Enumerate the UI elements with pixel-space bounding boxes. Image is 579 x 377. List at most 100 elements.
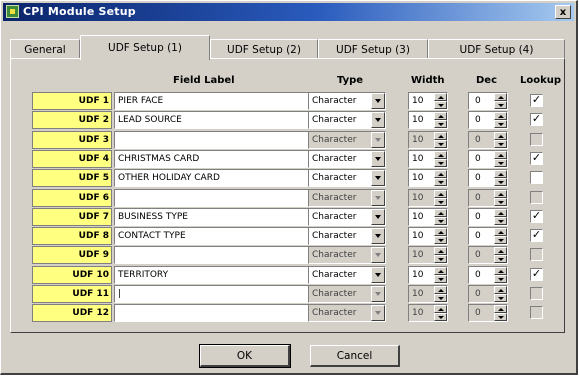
width-stepper[interactable]: 10 [408, 207, 448, 226]
width-stepper[interactable]: 10 [408, 304, 448, 323]
chevron-down-icon[interactable] [371, 93, 385, 109]
chevron-down-icon[interactable] [371, 150, 385, 167]
spin-up-icon[interactable] [494, 208, 507, 217]
chevron-down-icon[interactable] [371, 266, 385, 283]
spin-up-icon[interactable] [434, 305, 447, 314]
width-stepper[interactable]: 10 [408, 188, 448, 207]
width-stepper[interactable]: 10 [408, 265, 448, 284]
dec-stepper[interactable]: 0 [468, 207, 508, 226]
spin-up-icon[interactable] [494, 247, 507, 256]
spin-down-icon[interactable] [434, 120, 447, 129]
lookup-checkbox[interactable]: ✓ [530, 209, 543, 223]
lookup-checkbox[interactable] [530, 171, 543, 185]
tab-general[interactable]: General [10, 39, 80, 59]
spin-up-icon[interactable] [434, 247, 447, 256]
width-stepper[interactable]: 10 [408, 169, 448, 188]
spin-down-icon[interactable] [494, 274, 507, 283]
spin-down-icon[interactable] [494, 255, 507, 264]
spin-up-icon[interactable] [494, 150, 507, 159]
lookup-checkbox[interactable]: ✓ [530, 94, 543, 107]
dec-stepper[interactable]: 0 [468, 149, 508, 168]
field-label-input[interactable]: TERRITORY [114, 265, 322, 284]
tab-udf-setup-4[interactable]: UDF Setup (4) [428, 39, 565, 59]
spin-down-icon[interactable] [434, 139, 447, 148]
width-stepper[interactable]: 10 [408, 246, 448, 265]
dec-stepper[interactable]: 0 [468, 130, 508, 149]
spin-down-icon[interactable] [494, 236, 507, 245]
spin-up-icon[interactable] [494, 305, 507, 314]
spin-up-icon[interactable] [494, 286, 507, 294]
field-label-input[interactable]: PIER FACE [114, 92, 322, 110]
tab-udf-setup-2[interactable]: UDF Setup (2) [210, 39, 318, 59]
close-button[interactable]: x [555, 5, 571, 19]
lookup-checkbox[interactable] [530, 132, 543, 146]
spin-up-icon[interactable] [434, 189, 447, 198]
width-stepper[interactable]: 10 [408, 111, 448, 130]
field-label-input[interactable]: CONTACT TYPE [114, 227, 322, 246]
lookup-checkbox[interactable] [530, 306, 543, 320]
spin-up-icon[interactable] [494, 131, 507, 140]
tab-udf-setup-1[interactable]: UDF Setup (1) [80, 35, 210, 60]
chevron-down-icon[interactable] [371, 286, 385, 302]
spin-down-icon[interactable] [494, 294, 507, 302]
ok-button[interactable]: OK [199, 344, 291, 368]
field-label-input[interactable]: LEAD SOURCE [114, 111, 322, 130]
chevron-down-icon[interactable] [371, 305, 385, 322]
spin-up-icon[interactable] [494, 266, 507, 275]
lookup-checkbox[interactable] [530, 248, 543, 262]
spin-down-icon[interactable] [434, 197, 447, 206]
field-label-input[interactable]: OTHER HOLIDAY CARD [114, 169, 322, 188]
spin-down-icon[interactable] [494, 139, 507, 148]
spin-down-icon[interactable] [494, 158, 507, 167]
chevron-down-icon[interactable] [371, 189, 385, 206]
spin-down-icon[interactable] [434, 313, 447, 322]
field-label-input[interactable]: | [114, 285, 322, 303]
lookup-checkbox[interactable] [530, 287, 543, 300]
field-label-input[interactable] [114, 246, 322, 265]
spin-down-icon[interactable] [434, 158, 447, 167]
chevron-down-icon[interactable] [371, 170, 385, 187]
spin-down-icon[interactable] [434, 178, 447, 187]
field-label-input[interactable]: CHRISTMAS CARD [114, 149, 322, 168]
lookup-checkbox[interactable]: ✓ [530, 267, 543, 281]
dec-stepper[interactable]: 0 [468, 169, 508, 188]
field-label-input[interactable] [114, 130, 322, 149]
spin-down-icon[interactable] [494, 197, 507, 206]
dec-stepper[interactable]: 0 [468, 265, 508, 284]
spin-up-icon[interactable] [434, 93, 447, 101]
spin-up-icon[interactable] [434, 150, 447, 159]
cancel-button[interactable]: Cancel [310, 345, 400, 367]
spin-up-icon[interactable] [434, 170, 447, 179]
width-stepper[interactable]: 10 [408, 149, 448, 168]
chevron-down-icon[interactable] [371, 208, 385, 225]
spin-down-icon[interactable] [494, 216, 507, 225]
type-select[interactable]: Character [308, 227, 386, 246]
lookup-checkbox[interactable]: ✓ [530, 229, 543, 243]
title-bar[interactable]: CPI Module Setup x [3, 3, 574, 21]
spin-up-icon[interactable] [434, 266, 447, 275]
spin-down-icon[interactable] [494, 120, 507, 129]
spin-down-icon[interactable] [494, 178, 507, 187]
spin-up-icon[interactable] [494, 228, 507, 237]
dec-stepper[interactable]: 0 [468, 285, 508, 303]
dec-stepper[interactable]: 0 [468, 304, 508, 323]
spin-up-icon[interactable] [434, 112, 447, 121]
spin-up-icon[interactable] [434, 286, 447, 294]
type-select[interactable]: Character [308, 207, 386, 226]
spin-up-icon[interactable] [434, 131, 447, 140]
type-select[interactable]: Character [308, 246, 386, 265]
spin-up-icon[interactable] [434, 208, 447, 217]
field-label-input[interactable]: BUSINESS TYPE [114, 207, 322, 226]
spin-down-icon[interactable] [434, 236, 447, 245]
type-select[interactable]: Character [308, 149, 386, 168]
type-select[interactable]: Character [308, 188, 386, 207]
spin-down-icon[interactable] [434, 255, 447, 264]
lookup-checkbox[interactable] [530, 190, 543, 204]
dec-stepper[interactable]: 0 [468, 246, 508, 265]
type-select[interactable]: Character [308, 130, 386, 149]
type-select[interactable]: Character [308, 111, 386, 130]
spin-up-icon[interactable] [494, 189, 507, 198]
dec-stepper[interactable]: 0 [468, 92, 508, 110]
chevron-down-icon[interactable] [371, 228, 385, 245]
spin-down-icon[interactable] [434, 101, 447, 109]
